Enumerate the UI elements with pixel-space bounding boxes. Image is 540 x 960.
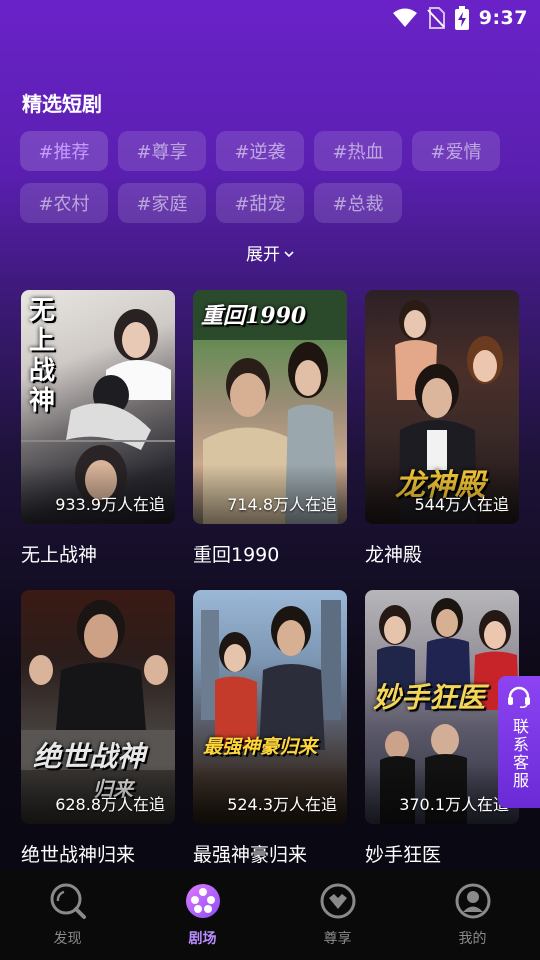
no-sim-icon <box>427 7 445 29</box>
poster-title: 妙手狂医 <box>373 681 486 714</box>
drama-poster[interactable]: 重回1990 714.8万人在追 <box>193 290 347 524</box>
wifi-icon <box>392 8 417 28</box>
status-bar: 9:37 <box>0 0 540 36</box>
drama-poster[interactable]: 绝世战神归来 628.8万人在追 <box>21 590 175 824</box>
drama-poster[interactable]: 龙神殿 544万人在追 <box>365 290 519 524</box>
follower-count: 933.9万人在追 <box>55 495 165 514</box>
tab-profile[interactable]: 我的 <box>405 870 540 960</box>
drama-title[interactable]: 重回1990 <box>193 540 347 567</box>
drama-card[interactable]: 重回1990 714.8万人在追 重回1990 <box>193 290 347 590</box>
customer-service-button[interactable]: 联系客服 <box>498 676 540 808</box>
tab-discover[interactable]: 发现 <box>0 870 135 960</box>
tag-chip[interactable]: #尊享 <box>118 131 206 171</box>
profile-icon <box>454 882 492 924</box>
tab-vip[interactable]: 尊享 <box>270 870 405 960</box>
expand-button[interactable]: 展开 <box>0 240 540 265</box>
tag-chip[interactable]: #推荐 <box>20 131 108 171</box>
drama-card[interactable]: 最强神豪归来 524.3万人在追 最强神豪归来 <box>193 590 347 890</box>
drama-title[interactable]: 龙神殿 <box>365 540 519 567</box>
expand-label: 展开 <box>246 245 280 265</box>
tab-label: 发现 <box>53 931 82 947</box>
drama-card[interactable]: 绝世战神归来 628.8万人在追 绝世战神归来 <box>21 590 175 890</box>
tag-chip[interactable]: #总裁 <box>314 183 402 223</box>
discover-icon <box>49 882 87 924</box>
tag-chip[interactable]: #甜宠 <box>216 183 304 223</box>
tag-filter: #推荐 #尊享 #逆袭 #热血 #爱情 #农村 #家庭 #甜宠 #总裁 <box>20 131 520 223</box>
follower-count: 544万人在追 <box>414 495 509 514</box>
customer-service-label: 联系客服 <box>510 718 529 790</box>
tag-chip[interactable]: #家庭 <box>118 183 206 223</box>
drama-title[interactable]: 无上战神 <box>21 540 175 567</box>
drama-card[interactable]: 无上战神 933.9万人在追 无上战神 <box>21 290 175 590</box>
drama-grid: 无上战神 933.9万人在追 无上战神 重回1990 714.8万人在追 重回1… <box>21 290 519 890</box>
tag-chip[interactable]: #逆袭 <box>216 131 304 171</box>
vip-icon <box>319 882 357 924</box>
poster-title: 重回1990 <box>201 303 307 329</box>
poster-title: 无上战神 <box>29 296 56 416</box>
drama-title[interactable]: 妙手狂医 <box>365 840 519 867</box>
tag-chip[interactable]: #爱情 <box>412 131 500 171</box>
section-title: 精选短剧 <box>22 92 102 116</box>
drama-poster[interactable]: 最强神豪归来 524.3万人在追 <box>193 590 347 824</box>
drama-poster[interactable]: 妙手狂医 370.1万人在追 <box>365 590 519 824</box>
tag-chip[interactable]: #农村 <box>20 183 108 223</box>
tab-label: 剧场 <box>188 931 217 947</box>
headset-icon <box>507 686 531 712</box>
tab-theater[interactable]: 剧场 <box>135 870 270 960</box>
theater-icon <box>184 882 222 924</box>
drama-poster[interactable]: 无上战神 933.9万人在追 <box>21 290 175 524</box>
drama-card[interactable]: 龙神殿 544万人在追 龙神殿 <box>365 290 519 590</box>
tag-chip[interactable]: #热血 <box>314 131 402 171</box>
follower-count: 524.3万人在追 <box>227 795 337 814</box>
drama-title[interactable]: 最强神豪归来 <box>193 840 347 867</box>
clock: 9:37 <box>478 7 528 29</box>
bottom-tab-bar: 发现 剧场 尊享 我的 <box>0 870 540 960</box>
tab-label: 尊享 <box>323 931 352 947</box>
follower-count: 370.1万人在追 <box>399 795 509 814</box>
drama-title[interactable]: 绝世战神归来 <box>21 840 175 867</box>
drama-card[interactable]: 妙手狂医 370.1万人在追 妙手狂医 <box>365 590 519 890</box>
poster-title: 最强神豪归来 <box>203 736 318 758</box>
follower-count: 628.8万人在追 <box>55 795 165 814</box>
chevron-down-icon <box>284 243 294 263</box>
follower-count: 714.8万人在追 <box>227 495 337 514</box>
battery-charging-icon <box>454 6 469 30</box>
tab-label: 我的 <box>458 931 487 947</box>
